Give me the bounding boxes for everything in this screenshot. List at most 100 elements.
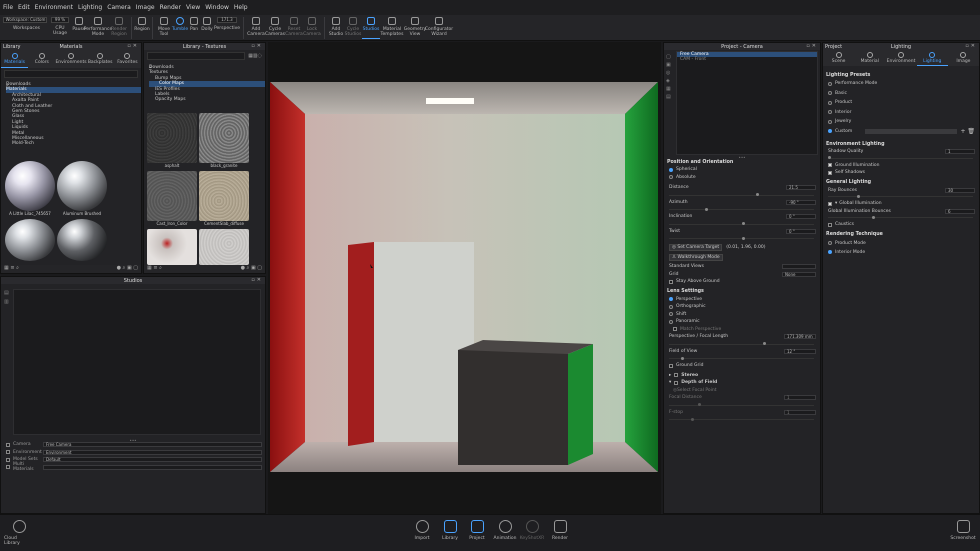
dof-row[interactable]: ▾ Depth of Field bbox=[664, 379, 820, 387]
import-button[interactable]: Import bbox=[410, 517, 434, 549]
stay-above-ground-checkbox[interactable] bbox=[669, 279, 673, 284]
menu-view[interactable]: View bbox=[186, 4, 200, 11]
animation-button[interactable]: Animation bbox=[493, 517, 517, 549]
menu-environment[interactable]: Environment bbox=[35, 4, 73, 11]
texture-thumb[interactable]: black_granite bbox=[199, 113, 249, 168]
match-perspective-checkbox[interactable] bbox=[673, 327, 677, 332]
dof-checkbox[interactable] bbox=[674, 380, 679, 385]
cpu-usage[interactable]: 99 % CPU Usage bbox=[48, 15, 72, 39]
rendered-scene[interactable] bbox=[268, 42, 661, 514]
camera-list-item[interactable]: CAM - Front bbox=[677, 57, 817, 62]
configurator-wizard-button[interactable]: Configurator Wizard bbox=[425, 15, 453, 39]
slider-track[interactable] bbox=[828, 194, 973, 198]
studios-side-icons[interactable]: ▤ ▥ bbox=[4, 289, 9, 307]
menu-image[interactable]: Image bbox=[136, 4, 155, 11]
menu-file[interactable]: File bbox=[3, 4, 13, 11]
position-orientation-header[interactable]: Position and Orientation bbox=[664, 158, 820, 166]
ground-illumination-row[interactable]: Ground Illumination bbox=[823, 162, 979, 170]
cycle-cameras-button[interactable]: Cycle Cameras bbox=[265, 15, 285, 39]
azimuth-input[interactable]: -90 ° bbox=[786, 199, 816, 205]
texture-thumb[interactable] bbox=[199, 229, 249, 265]
cycle-studios-button[interactable]: Cycle Studios bbox=[344, 15, 362, 39]
tumble-button[interactable]: Tumble bbox=[172, 15, 188, 39]
textures-footer-toolbar[interactable]: ▦ ≡ ⌕ ● ⌕ ▣ ▢ bbox=[144, 265, 265, 273]
texture-thumb[interactable]: asphalt bbox=[147, 113, 197, 168]
multi-materials-checkbox[interactable] bbox=[6, 465, 10, 470]
environment-select[interactable]: Environment bbox=[43, 449, 262, 455]
studios-button[interactable]: Studios bbox=[362, 15, 380, 39]
textures-search-input[interactable]: ⌕ bbox=[147, 52, 246, 70]
multi-materials-select[interactable] bbox=[43, 464, 262, 470]
global-illumination-row[interactable]: ▾ Global Illumination bbox=[823, 200, 979, 208]
texture-thumb[interactable] bbox=[147, 229, 197, 265]
tab-lighting[interactable]: Lighting bbox=[916, 50, 948, 66]
camera-select[interactable]: Free Camera bbox=[43, 442, 262, 448]
focal-distance-slider[interactable] bbox=[664, 402, 820, 409]
panel-window-controls[interactable]: ▫✕ bbox=[251, 43, 263, 49]
fstop-input[interactable]: 1 bbox=[784, 409, 816, 415]
slider-thumb[interactable] bbox=[698, 403, 701, 406]
render-viewport[interactable] bbox=[268, 42, 661, 514]
twist-slider[interactable] bbox=[664, 235, 820, 242]
material-thumb[interactable]: A Little Lilac_745657 bbox=[5, 161, 55, 216]
slider-track[interactable] bbox=[669, 207, 814, 211]
screenshot-button[interactable]: Screenshot bbox=[950, 517, 976, 549]
dolly-button[interactable]: Dolly bbox=[200, 15, 214, 39]
texture-thumb[interactable]: Cast_Iron_Color bbox=[147, 171, 197, 226]
stereo-row[interactable]: ▸ Stereo bbox=[664, 372, 820, 380]
move-tool-button[interactable]: Move Tool bbox=[156, 15, 172, 39]
set-camera-target-button[interactable]: ◎ Set Camera Target bbox=[669, 244, 723, 252]
spherical-option[interactable]: Spherical bbox=[664, 166, 820, 174]
preset-jewelry[interactable]: Jewelry bbox=[823, 117, 979, 127]
preset-custom[interactable]: Custom + 🗑 bbox=[823, 127, 979, 137]
keyshotxr-button[interactable]: KeyShotXR bbox=[520, 517, 544, 549]
distance-slider[interactable] bbox=[664, 192, 820, 199]
menu-edit[interactable]: Edit bbox=[18, 4, 30, 11]
slider-thumb[interactable] bbox=[857, 194, 860, 198]
slider-thumb[interactable] bbox=[871, 215, 875, 219]
standard-views-select[interactable] bbox=[782, 264, 816, 270]
fstop-slider[interactable] bbox=[664, 416, 820, 423]
grid-select[interactable]: None bbox=[782, 271, 816, 277]
twist-input[interactable]: 0 ° bbox=[786, 228, 816, 234]
tab-favorites[interactable]: Favorites bbox=[114, 50, 141, 68]
slider-thumb[interactable] bbox=[690, 417, 694, 421]
model-sets-select[interactable]: Default bbox=[43, 457, 262, 463]
camera-checkbox[interactable] bbox=[6, 442, 10, 447]
slider-thumb[interactable] bbox=[763, 342, 767, 345]
global-illumination-checkbox[interactable] bbox=[828, 201, 832, 206]
slider-track[interactable] bbox=[669, 417, 814, 421]
self-shadows-row[interactable]: Self Shadows bbox=[823, 169, 979, 177]
preset-performance[interactable]: Performance Mode bbox=[823, 79, 979, 89]
texture-thumb[interactable]: CementSlab_diffuse bbox=[199, 171, 249, 226]
gi-bounces-input[interactable]: 6 bbox=[945, 208, 975, 214]
preset-interior[interactable]: Interior bbox=[823, 108, 979, 118]
slider-track[interactable] bbox=[669, 356, 814, 360]
panel-window-controls[interactable]: ▫✕ bbox=[965, 43, 977, 49]
lens-settings-header[interactable]: Lens Settings bbox=[664, 288, 820, 296]
lock-camera-button[interactable]: Lock Camera bbox=[303, 15, 321, 39]
caustics-checkbox[interactable] bbox=[828, 222, 832, 227]
reset-camera-button[interactable]: Reset Camera bbox=[285, 15, 303, 39]
slider-thumb[interactable] bbox=[828, 156, 831, 159]
materials-search-input[interactable]: ⌕ bbox=[4, 70, 138, 88]
project-button[interactable]: Project bbox=[465, 517, 489, 549]
walkthrough-button[interactable]: ♙ Walkthrough Mode bbox=[669, 253, 723, 261]
slider-track[interactable] bbox=[828, 215, 973, 219]
slider-thumb[interactable] bbox=[680, 356, 684, 360]
perspective-control[interactable]: 171.3 Perspective bbox=[214, 15, 240, 39]
slider-track[interactable] bbox=[828, 156, 973, 159]
tab-colors[interactable]: Colors bbox=[28, 50, 55, 68]
ground-illumination-checkbox[interactable] bbox=[828, 163, 832, 168]
product-mode-option[interactable]: Product Mode bbox=[823, 239, 979, 248]
rendering-technique-header[interactable]: Rendering Technique bbox=[823, 231, 979, 239]
camera-list[interactable]: Free Camera CAM - Front bbox=[676, 51, 818, 155]
perspective-option[interactable]: Perspective bbox=[664, 296, 820, 304]
absolute-option[interactable]: Absolute bbox=[664, 174, 820, 182]
menu-window[interactable]: Window bbox=[205, 4, 229, 11]
self-shadows-checkbox[interactable] bbox=[828, 170, 832, 175]
library-button[interactable]: Library bbox=[438, 517, 462, 549]
focal-distance-input[interactable]: 1 bbox=[784, 395, 816, 401]
slider-track[interactable] bbox=[669, 222, 814, 225]
materials-footer-toolbar[interactable]: ▦ ≡ ⌕ ● ⌕ ▣ ▢ bbox=[1, 265, 141, 273]
